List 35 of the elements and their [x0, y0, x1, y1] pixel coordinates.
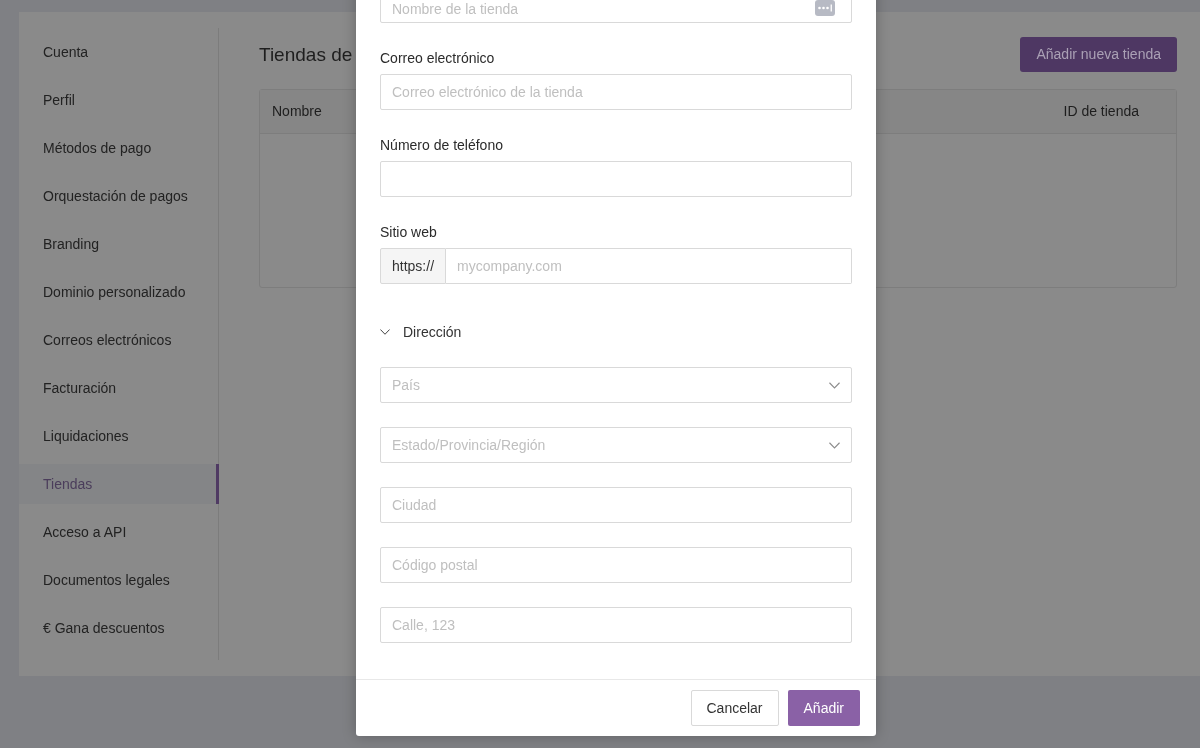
- sidebar-item[interactable]: Liquidaciones: [19, 416, 218, 456]
- add-button[interactable]: Añadir: [787, 690, 860, 726]
- url-prefix-addon: https://: [380, 248, 447, 284]
- sidebar-item[interactable]: Dominio personalizado: [19, 272, 218, 312]
- sidebar-item[interactable]: € Gana descuentos: [19, 608, 218, 648]
- sidebar-item[interactable]: Tiendas: [19, 464, 219, 504]
- sidebar-item[interactable]: Orquestación de pagos: [19, 176, 218, 216]
- sidebar-item[interactable]: Documentos legales: [19, 560, 218, 600]
- input-field[interactable]: Correo electrónico de la tienda: [380, 74, 852, 110]
- chevron-down-icon: [380, 329, 390, 335]
- field-label: Sitio web: [380, 223, 438, 242]
- address-section-toggle[interactable]: Dirección: [380, 322, 462, 342]
- input-field[interactable]: Calle, 123: [380, 607, 852, 643]
- sidebar-item[interactable]: Branding: [19, 224, 218, 264]
- add-store-button[interactable]: Añadir nueva tienda: [1020, 37, 1177, 72]
- sidebar-item[interactable]: Perfil: [19, 80, 218, 120]
- field-label: Correo electrónico: [380, 49, 496, 68]
- input-field[interactable]: Código postal: [380, 547, 852, 583]
- sidebar-item[interactable]: Facturación: [19, 368, 218, 408]
- cancel-button[interactable]: Cancelar: [690, 690, 779, 726]
- input-field[interactable]: Nombre de la tienda: [380, 0, 852, 23]
- column-header: Nombre: [272, 102, 322, 121]
- sidebar-item[interactable]: Cuenta: [19, 32, 218, 72]
- input-field[interactable]: mycompany.com: [446, 248, 852, 284]
- field-label: Número de teléfono: [380, 136, 504, 155]
- ellipsis-tile-icon[interactable]: [815, 0, 835, 16]
- sidebar-item[interactable]: Acceso a API: [19, 512, 218, 552]
- page-title: Tiendas de: [259, 42, 353, 67]
- input-field[interactable]: Ciudad: [380, 487, 852, 523]
- chevron-down-icon: [829, 381, 840, 389]
- input-field[interactable]: [380, 161, 852, 197]
- chevron-down-icon: [829, 441, 840, 449]
- column-header: ID de tienda: [1063, 102, 1139, 121]
- sidebar-item[interactable]: Métodos de pago: [19, 128, 218, 168]
- sidebar-item[interactable]: Correos electrónicos: [19, 320, 218, 360]
